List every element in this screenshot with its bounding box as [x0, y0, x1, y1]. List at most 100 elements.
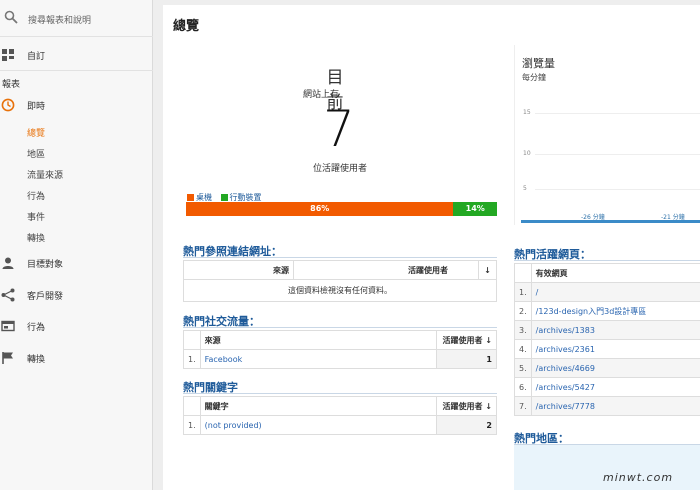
active-pages-table: 有效網頁 1./ 2./123d-design入門3d設計專區 3./archi…	[514, 263, 700, 416]
sidebar-subitem-content[interactable]: 行為	[27, 189, 45, 202]
legend-swatch	[187, 194, 194, 201]
table-header: 來源 活躍使用者 ↓	[183, 330, 497, 350]
row-link[interactable]: /	[530, 282, 700, 302]
table-row: 1. /	[514, 282, 700, 302]
person-icon	[2, 257, 14, 269]
legend-item-desktop: 桌機	[187, 193, 212, 202]
keywords-table: 關鍵字 活躍使用者 ↓ 1. (not provided) 2	[183, 396, 497, 435]
acquisition-icon	[1, 288, 15, 302]
row-link[interactable]: /archives/7778	[530, 396, 700, 416]
divider	[514, 45, 515, 225]
watermark: minwt.com	[603, 471, 674, 484]
sidebar-subitem-conversions[interactable]: 轉換	[27, 231, 45, 244]
legend-label: 桌機	[196, 193, 212, 202]
col-active-users[interactable]: 活躍使用者 ↓	[436, 330, 497, 350]
table-row: 1. (not provided) 2	[183, 415, 497, 435]
sidebar-item-audience[interactable]: 目標對象	[0, 250, 153, 276]
row-index: 6.	[514, 377, 532, 397]
sidebar-subitem-traffic-sources[interactable]: 流量來源	[27, 168, 63, 181]
row-value: 2	[436, 415, 497, 435]
sort-down-icon[interactable]: ↓	[485, 402, 492, 411]
divider	[183, 327, 497, 328]
divider	[183, 393, 497, 394]
dashboard-grid-icon	[2, 49, 14, 61]
sidebar-item-custom[interactable]: 自訂	[0, 42, 153, 68]
section-label-reports: 報表	[2, 80, 21, 90]
row-link[interactable]: /archives/2361	[530, 339, 700, 359]
divider	[183, 257, 497, 258]
col-index	[183, 396, 201, 416]
gridline	[535, 113, 700, 114]
table-row: 3./archives/1383	[514, 320, 700, 340]
table-row: 4./archives/2361	[514, 339, 700, 359]
legend-swatch	[220, 194, 228, 201]
search-icon	[4, 10, 18, 24]
behavior-icon	[1, 320, 15, 332]
empty-message: 這個資料檢視沒有任何資料。	[183, 279, 497, 302]
col-source[interactable]: 來源	[183, 260, 294, 280]
col-active-users[interactable]: 活躍使用者	[293, 260, 479, 280]
sidebar-item-behavior[interactable]: 行為	[0, 313, 153, 339]
row-link[interactable]: /123d-design入門3d設計專區	[530, 301, 700, 321]
col-index	[514, 263, 532, 283]
pageviews-subtitle: 每分鐘	[522, 73, 546, 82]
y-tick-label: 15	[523, 109, 531, 116]
col-keyword[interactable]: 關鍵字	[199, 396, 438, 416]
pageviews-axis	[521, 220, 700, 223]
table-row: 1. Facebook 1	[183, 349, 497, 369]
row-link[interactable]: /archives/1383	[530, 320, 700, 340]
table-header: 有效網頁	[514, 263, 700, 283]
row-index: 1.	[514, 282, 532, 302]
device-split-bar: 86% 14%	[186, 202, 497, 216]
row-link[interactable]: /archives/5427	[530, 377, 700, 397]
pageviews-title: 瀏覽量	[522, 57, 555, 70]
row-index: 1.	[183, 415, 201, 435]
clock-icon	[1, 98, 15, 112]
row-index: 5.	[514, 358, 532, 378]
sidebar: 搜尋報表和說明 自訂 報表 即時 總覽 地區 流量來源 行為 事件 轉換 目標對…	[0, 0, 153, 490]
row-value: 1	[436, 349, 497, 369]
table-row: 7./archives/7778	[514, 396, 700, 416]
sort-down-icon[interactable]: ↓	[478, 260, 497, 280]
col-active-label: 活躍使用者	[442, 401, 483, 411]
row-index: 4.	[514, 339, 532, 359]
sort-down-icon[interactable]: ↓	[485, 336, 492, 345]
page-title: 總覽	[173, 19, 200, 34]
sidebar-item-realtime[interactable]: 即時	[0, 92, 153, 118]
sidebar-item-label: 行為	[27, 323, 46, 333]
sidebar-subitem-events[interactable]: 事件	[27, 210, 45, 223]
row-link[interactable]: (not provided)	[199, 415, 438, 435]
col-source[interactable]: 來源	[199, 330, 438, 350]
row-link[interactable]: Facebook	[199, 349, 438, 369]
table-row: 2./123d-design入門3d設計專區	[514, 301, 700, 321]
referrals-table: 來源 活躍使用者 ↓ 這個資料檢視沒有任何資料。	[183, 260, 497, 302]
row-index: 3.	[514, 320, 532, 340]
sidebar-item-label: 目標對象	[27, 260, 64, 270]
sidebar-item-label: 轉換	[27, 355, 46, 365]
device-segment-mobile: 14%	[453, 202, 497, 216]
sidebar-item-conversions[interactable]: 轉換	[0, 345, 153, 371]
row-index: 1.	[183, 349, 201, 369]
divider	[0, 70, 153, 71]
table-header: 來源 活躍使用者 ↓	[183, 260, 497, 280]
search-placeholder: 搜尋報表和說明	[28, 16, 92, 26]
col-active-label: 活躍使用者	[408, 265, 448, 275]
row-index: 7.	[514, 396, 532, 416]
col-active-users[interactable]: 活躍使用者 ↓	[436, 396, 497, 416]
table-row: 5./archives/4669	[514, 358, 700, 378]
table-row: 這個資料檢視沒有任何資料。	[183, 279, 497, 302]
row-link[interactable]: /archives/4669	[530, 358, 700, 378]
divider	[514, 260, 700, 261]
active-users-label: 位活躍使用者	[313, 164, 368, 174]
sidebar-item-acquisition[interactable]: 客戶開發	[0, 282, 153, 308]
now-subtitle: 網站上有	[303, 90, 340, 100]
search-bar[interactable]: 搜尋報表和說明	[0, 0, 153, 37]
table-row: 6./archives/5427	[514, 377, 700, 397]
sidebar-subitem-overview[interactable]: 總覽	[27, 126, 45, 139]
col-page[interactable]: 有效網頁	[530, 263, 700, 283]
legend-item-mobile: 行動裝置	[220, 193, 262, 202]
sidebar-item-label: 自訂	[27, 52, 46, 62]
col-active-label: 活躍使用者	[442, 335, 483, 345]
sidebar-subitem-locations[interactable]: 地區	[27, 147, 45, 160]
y-tick-label: 5	[523, 185, 527, 192]
